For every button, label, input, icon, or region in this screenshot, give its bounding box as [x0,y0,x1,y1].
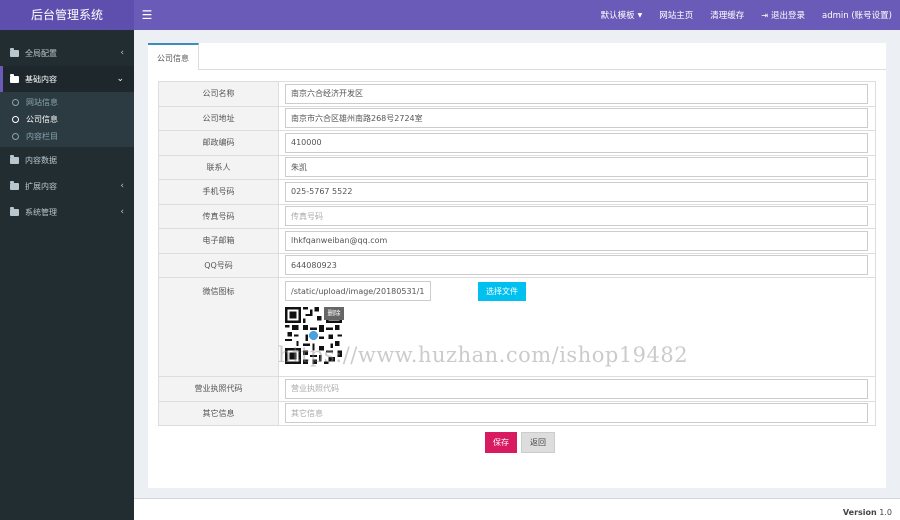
caret-down-icon: ▼ [637,11,643,19]
delete-image-button[interactable]: 删除 [324,307,344,320]
chevron-left-icon: ‹ [120,207,124,217]
circle-icon [12,116,19,123]
email-input[interactable] [285,230,868,251]
form-row: 公司名称 [158,81,876,107]
sidebar-item-content-data[interactable]: 内容数据 [0,147,134,173]
nav-account[interactable]: admin (账号设置) [822,9,892,21]
fax-input[interactable] [285,206,868,227]
field-label: 营业执照代码 [158,376,279,402]
sidebar-item-system-management[interactable]: 系统管理 ‹ [0,199,134,225]
form-row: 邮政编码 [158,130,876,156]
nav-logout[interactable]: ⇥ 退出登录 [761,9,806,22]
sidebar-submenu: 网站信息 公司信息 内容栏目 [0,92,134,147]
nav-clear-cache-label: 清理缓存 [710,11,745,21]
folder-icon [10,180,19,190]
field-label: QQ号码 [158,252,279,278]
field-label: 微信图标 [158,277,279,377]
nav-home-link[interactable]: 网站主页 [659,9,693,21]
sidebar-item-label: 全局配置 [25,48,57,58]
company-name-input[interactable] [285,83,868,104]
chevron-left-icon: ‹ [120,48,124,58]
sidebar-subitem-company-info[interactable]: 公司信息 [0,111,134,128]
qq-input[interactable] [285,255,868,276]
form-row: 手机号码 [158,179,876,205]
folder-icon [10,154,19,164]
sign-out-icon: ⇥ [761,10,769,20]
field-label: 传真号码 [158,203,279,229]
save-button[interactable]: 保存 [485,432,517,453]
sidebar-item-global-config[interactable]: 全局配置 ‹ [0,40,134,66]
circle-icon [12,99,19,106]
field-label: 电子邮箱 [158,228,279,254]
form-actions: 保存 返回 [485,432,555,453]
tab-company-info[interactable]: 公司信息 [148,43,199,70]
field-label: 联系人 [158,154,279,180]
chevron-down-icon: ⌄ [116,74,124,84]
wechat-icon-path-input[interactable] [285,281,431,301]
circle-icon [12,133,19,140]
sidebar-item-label: 系统管理 [25,207,57,217]
sidebar-item-extended-content[interactable]: 扩展内容 ‹ [0,173,134,199]
contact-person-input[interactable] [285,157,868,178]
field-label: 其它信息 [158,400,279,426]
hamburger-icon[interactable]: ☰ [140,0,154,30]
sidebar-item-basic-content[interactable]: 基础内容 ⌄ [0,66,134,92]
business-license-input[interactable] [285,378,868,399]
top-navbar: 后台管理系统 ☰ 默认模板 ▼ 网站主页 清理缓存 ⇥ 退出登录 admin (… [0,0,900,30]
sidebar-item-label: 内容数据 [25,155,57,165]
sidebar-subitem-label: 网站信息 [26,98,58,107]
choose-file-button[interactable]: 选择文件 [478,281,526,301]
sidebar-subitem-site-info[interactable]: 网站信息 [0,94,134,111]
sidebar-subitem-content-column[interactable]: 内容栏目 [0,128,134,145]
form-row: 公司地址 [158,105,876,131]
nav-account-label: admin (账号设置) [822,11,892,21]
upload-line: 选择文件 [285,281,868,301]
mobile-input[interactable] [285,181,868,202]
footer: Version 1.0 [134,498,900,520]
company-info-form: 公司名称 公司地址 邮政编码 联系人 手机号码 传真号码 [158,81,876,426]
back-button[interactable]: 返回 [521,432,555,453]
field-label: 邮政编码 [158,130,279,156]
qr-preview: 删除 [285,307,344,364]
version-info: Version 1.0 [843,508,892,517]
form-row: 联系人 [158,154,876,180]
form-row: 电子邮箱 [158,228,876,254]
field-label: 公司地址 [158,105,279,131]
main-content: 公司信息 公司名称 公司地址 邮政编码 联系人 手机号码 [134,30,900,498]
nav-home-label: 网站主页 [659,11,694,21]
sidebar-subitem-label: 内容栏目 [26,132,58,141]
nav-logout-label: 退出登录 [771,11,806,21]
sidebar-item-label: 扩展内容 [25,181,57,191]
form-row: 其它信息 [158,400,876,426]
version-number: 1.0 [879,508,892,517]
chevron-left-icon: ‹ [120,181,124,191]
tab-bar: 公司信息 [148,43,886,70]
other-info-input[interactable] [285,403,868,424]
version-label: Version [842,508,877,517]
nav-template-label: 默认模板 [600,11,635,21]
company-address-input[interactable] [285,108,868,129]
field-label: 手机号码 [158,179,279,205]
form-row: 营业执照代码 [158,376,876,402]
field-label: 公司名称 [158,81,279,107]
nav-clear-cache[interactable]: 清理缓存 [710,9,744,21]
postcode-input[interactable] [285,132,868,153]
form-row: 传真号码 [158,203,876,229]
folder-icon [10,73,19,83]
app-title[interactable]: 后台管理系统 [0,0,134,30]
top-nav: 默认模板 ▼ 网站主页 清理缓存 ⇥ 退出登录 admin (账号设置) [584,0,892,30]
folder-icon [10,206,19,216]
form-row-wechat: 微信图标 选择文件 [158,277,876,377]
sidebar-subitem-label: 公司信息 [26,115,58,124]
sidebar: 全局配置 ‹ 基础内容 ⌄ 网站信息 公司信息 内容栏目 内容数据 扩展内容 ‹… [0,30,134,520]
form-row: QQ号码 [158,252,876,278]
nav-template-dropdown[interactable]: 默认模板 ▼ [601,9,643,21]
sidebar-item-label: 基础内容 [25,74,57,84]
content-box: 公司信息 公司名称 公司地址 邮政编码 联系人 手机号码 [148,43,886,488]
folder-icon [10,47,19,57]
